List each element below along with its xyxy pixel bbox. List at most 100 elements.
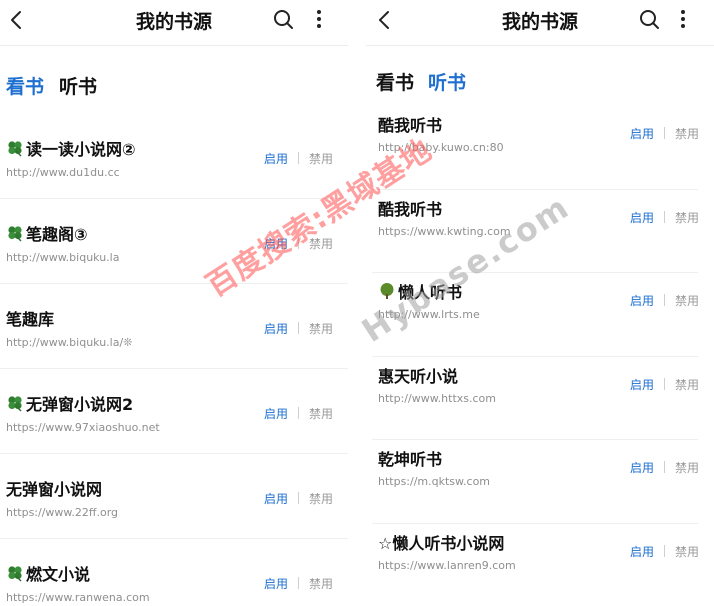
more-vertical-icon[interactable] [672, 8, 694, 30]
button-separator [298, 322, 299, 334]
source-name-text: 燃文小说 [26, 565, 91, 584]
disable-button[interactable]: 禁用 [675, 543, 699, 560]
source-type-tabs: 看书 听书 [0, 46, 348, 112]
enable-button[interactable]: 启用 [264, 235, 288, 252]
source-url: http://www.lrts.me [378, 308, 480, 321]
source-name: ☆懒人听书小说网 [378, 530, 504, 554]
enable-button[interactable]: 启用 [630, 209, 654, 226]
list-item: 酷我听书 http://baby.kuwo.cn:80 启用 禁用 [366, 106, 714, 190]
disable-button[interactable]: 禁用 [309, 490, 333, 507]
app-bar: 我的书源 [366, 0, 714, 46]
source-url: https://www.ranwena.com [6, 591, 150, 604]
enable-button[interactable]: 启用 [630, 376, 654, 393]
list-item: 无弹窗小说网 https://www.22ff.org 启用 禁用 [0, 454, 348, 539]
enable-button[interactable]: 启用 [264, 405, 288, 422]
source-name-text: 酷我听书 [378, 199, 443, 219]
disable-button[interactable]: 禁用 [675, 459, 699, 476]
button-separator [298, 492, 299, 504]
source-url: http://www.du1du.cc [6, 166, 120, 179]
source-name: 惠天听小说 [378, 363, 458, 387]
source-url: https://www.22ff.org [6, 506, 119, 519]
source-name-text: 无弹窗小说网2 [26, 395, 134, 414]
source-name: 读一读小说网② [6, 136, 136, 160]
disable-button[interactable]: 禁用 [309, 320, 333, 337]
source-name: 懒人听书 [378, 279, 462, 303]
source-url: https://www.lanren9.com [378, 558, 516, 572]
enable-button[interactable]: 启用 [630, 543, 654, 560]
tab-read[interactable]: 看书 [376, 68, 414, 95]
source-name: 酷我听书 [378, 112, 442, 136]
disable-button[interactable]: 禁用 [309, 150, 333, 167]
source-name-text: ☆懒人听书小说网 [378, 533, 505, 553]
button-separator [298, 237, 299, 249]
enable-button[interactable]: 启用 [264, 320, 288, 337]
list-item: 懒人听书 http://www.lrts.me 启用 禁用 [366, 273, 714, 357]
enable-button[interactable]: 启用 [630, 292, 654, 309]
clover-icon [8, 226, 22, 242]
disable-button[interactable]: 禁用 [309, 405, 333, 422]
page-title: 我的书源 [135, 11, 212, 33]
more-vertical-icon[interactable] [308, 8, 330, 30]
enable-button[interactable]: 启用 [264, 150, 288, 167]
button-separator [664, 461, 665, 473]
disable-button[interactable]: 禁用 [675, 292, 699, 309]
search-icon[interactable] [638, 8, 660, 30]
list-item: 乾坤听书 https://m.qktsw.com 启用 禁用 [366, 440, 714, 524]
button-separator [664, 377, 665, 390]
right-screen: 我的书源 看书 听书 酷我听书 http://baby.kuwo.cn:80 启用禁… [366, 0, 714, 606]
source-url: https://m.qktsw.com [378, 475, 491, 488]
list-item: 笔趣库 http://www.biquku.la/❊ 启用 禁用 [0, 284, 348, 369]
tab-listen[interactable]: 听书 [59, 72, 97, 99]
source-url: http://www.httxs.com [378, 391, 497, 405]
button-separator [298, 152, 299, 164]
source-name-text: 乾坤听书 [378, 450, 443, 469]
enable-button[interactable]: 启用 [264, 575, 288, 592]
disable-button[interactable]: 禁用 [675, 209, 699, 226]
enable-button[interactable]: 启用 [264, 490, 288, 507]
button-separator [298, 407, 299, 419]
source-name-text: 笔趣库 [6, 310, 55, 329]
source-name-text: 读一读小说网② [26, 140, 136, 159]
source-url: https://www.kwting.com [378, 224, 511, 238]
list-item: 酷我听书 https://www.kwting.com 启用 禁用 [366, 190, 714, 273]
list-item: 无弹窗小说网2 https://www.97xiaoshuo.net 启用 禁用 [0, 369, 348, 454]
list-item: 燃文小说 https://www.ranwena.com 启用 禁用 [0, 539, 348, 606]
panel-gutter [348, 0, 366, 606]
source-name: 无弹窗小说网 [6, 476, 102, 500]
source-name-text: 惠天听小说 [378, 366, 459, 386]
disable-button[interactable]: 禁用 [675, 376, 699, 393]
button-separator [664, 210, 665, 223]
tab-listen[interactable]: 听书 [428, 68, 466, 95]
source-name: 笔趣阁③ [6, 221, 88, 245]
source-name: 燃文小说 [6, 561, 90, 585]
list-item: ☆懒人听书小说网 https://www.lanren9.com 启用 禁用 [366, 524, 714, 606]
page-title: 我的书源 [501, 11, 578, 33]
disable-button[interactable]: 禁用 [309, 235, 333, 252]
source-url: http://www.biquku.la [6, 251, 120, 264]
source-name: 无弹窗小说网2 [6, 391, 133, 415]
button-separator [298, 577, 299, 589]
enable-button[interactable]: 启用 [630, 459, 654, 476]
source-url: https://www.97xiaoshuo.net [6, 421, 160, 434]
disable-button[interactable]: 禁用 [675, 125, 699, 142]
list-item: 惠天听小说 http://www.httxs.com 启用 禁用 [366, 357, 714, 440]
enable-button[interactable]: 启用 [630, 125, 654, 142]
button-separator [664, 544, 665, 557]
source-name-text: 懒人听书 [398, 283, 463, 302]
source-name: 乾坤听书 [378, 446, 442, 470]
source-type-tabs: 看书 听书 [366, 46, 714, 112]
source-name-text: 笔趣阁③ [26, 225, 88, 244]
disable-button[interactable]: 禁用 [309, 575, 333, 592]
clover-icon [8, 141, 22, 157]
source-url: http://baby.kuwo.cn:80 [378, 141, 504, 154]
tab-read[interactable]: 看书 [6, 72, 44, 99]
left-screen: 我的书源 看书 听书 读一读小说网② http://www.du1du.cc 启用禁… [0, 0, 348, 606]
clover-icon [8, 396, 22, 412]
list-item: 读一读小说网② http://www.du1du.cc 启用 禁用 [0, 114, 348, 199]
source-name: 酷我听书 [378, 196, 442, 220]
source-url: http://www.biquku.la/❊ [6, 336, 133, 349]
button-separator [664, 127, 665, 139]
search-icon[interactable] [272, 8, 294, 30]
app-bar: 我的书源 [0, 0, 348, 46]
list-item: 笔趣阁③ http://www.biquku.la 启用 禁用 [0, 199, 348, 284]
